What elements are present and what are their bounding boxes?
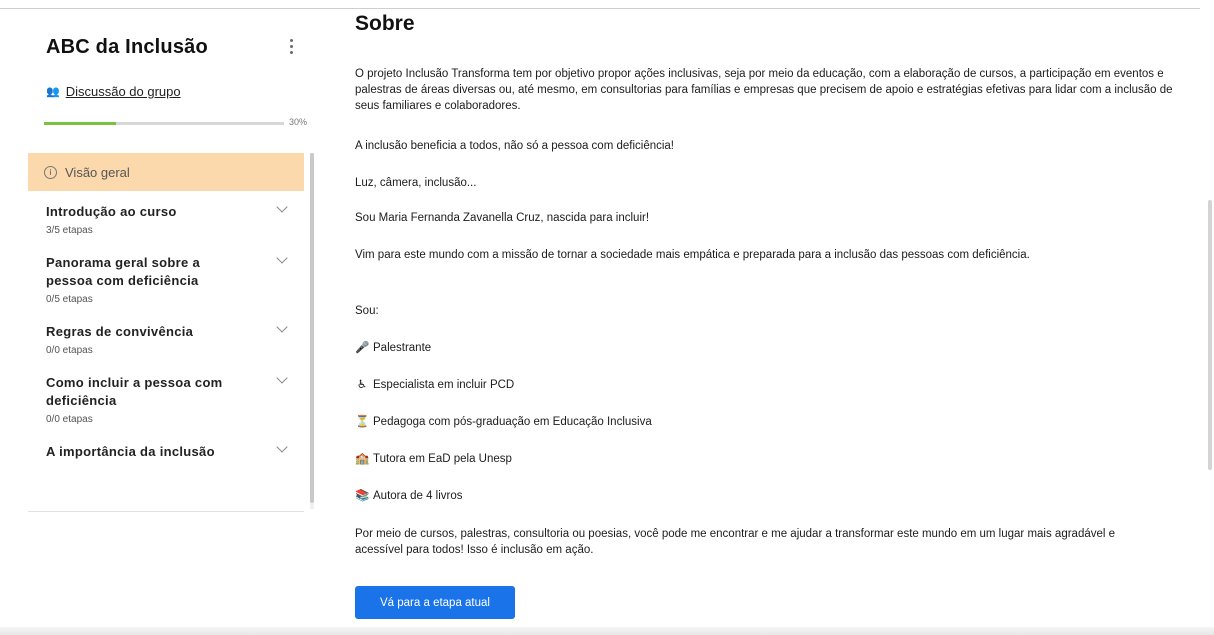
paragraph: Luz, câmera, inclusão... [355,177,477,189]
role-text: Tutora em EaD pela Unesp [373,453,512,465]
module-steps: 0/0 etapas [46,345,93,356]
intro-paragraph: O projeto Inclusão Transforma tem por ob… [355,68,1173,112]
sidebar-scrollbar[interactable] [310,153,314,509]
module-steps: 0/5 etapas [46,294,93,305]
module-title: Introdução ao curso [46,204,177,219]
go-to-current-step-button[interactable]: Vá para a etapa atual [355,586,515,619]
chevron-down-icon[interactable] [276,372,288,384]
info-icon: i [44,165,57,179]
microphone-icon: 🎤 [355,342,370,354]
group-icon: 👥 [46,86,60,98]
paragraph: Sou: [355,305,379,317]
role-item: ⏳ Pedagoga com pós-graduação em Educação … [355,414,1175,430]
role-text: Palestrante [373,342,432,354]
chevron-down-icon[interactable] [276,441,288,453]
course-title: ABC da Inclusão [46,36,208,58]
chevron-down-icon[interactable] [276,201,288,213]
role-text: Pedagoga com pós-graduação em Educação I… [373,416,652,428]
chevron-down-icon[interactable] [276,321,288,333]
module-list: i Visão geral Introdução ao curso 3/5 et… [28,153,304,512]
group-discussion-link[interactable]: 👥 Discussão do grupo [46,84,181,99]
sidebar-scrollbar-thumb[interactable] [310,153,314,503]
module-title: Regras de convivência [46,324,194,339]
books-icon: 📚 [355,490,370,502]
role-item: 📚 Autora de 4 livros [355,488,1175,504]
bottom-edge [0,627,1214,635]
chevron-down-icon[interactable] [276,252,288,264]
paragraph: Sou Maria Fernanda Zavanella Cruz, nasci… [355,212,650,224]
paragraph: A inclusão beneficia a todos, não só a p… [355,140,675,152]
module-item[interactable]: A importância da inclusão [28,425,304,461]
role-item: 🏫 Tutora em EaD pela Unesp [355,451,1175,467]
overview-label: Visão geral [65,164,130,180]
module-title: Como incluir a pessoa com deficiência [46,375,223,408]
role-text: Especialista em incluir PCD [373,379,515,391]
module-item[interactable]: Regras de convivência 0/0 etapas [28,305,304,356]
module-item[interactable]: Introdução ao curso 3/5 etapas [28,191,304,236]
module-steps: 3/5 etapas [46,225,93,236]
hourglass-icon: ⏳ [355,416,370,428]
module-steps: 0/0 etapas [46,414,93,425]
closing-paragraph: Por meio de cursos, palestras, consultor… [355,528,1116,556]
accessibility-icon: ♿ [356,379,368,391]
role-item: 🎤 Palestrante [355,340,1175,356]
course-progress-bar [44,122,284,125]
more-options-icon[interactable] [286,36,296,57]
course-sidebar: ABC da Inclusão 👥 Discussão do grupo 30%… [28,0,314,512]
role-text: Autora de 4 livros [373,490,463,502]
module-title: Panorama geral sobre a pessoa com defici… [46,255,200,288]
role-item: ♿ Especialista em incluir PCD [355,377,1175,393]
course-progress-label: 30% [289,117,308,127]
module-item[interactable]: Como incluir a pessoa com deficiência 0/… [28,356,304,425]
module-item[interactable]: Panorama geral sobre a pessoa com defici… [28,236,304,305]
course-progress-fill [44,122,116,125]
sidebar-item-overview[interactable]: i Visão geral [28,153,304,191]
group-discussion-label: Discussão do grupo [65,84,181,99]
school-icon: 🏫 [355,453,370,465]
page-scrollbar-thumb[interactable] [1208,200,1212,470]
paragraph: Vim para este mundo com a missão de torn… [355,249,1030,261]
module-title: A importância da inclusão [46,444,215,459]
page-title: Sobre [355,12,415,35]
